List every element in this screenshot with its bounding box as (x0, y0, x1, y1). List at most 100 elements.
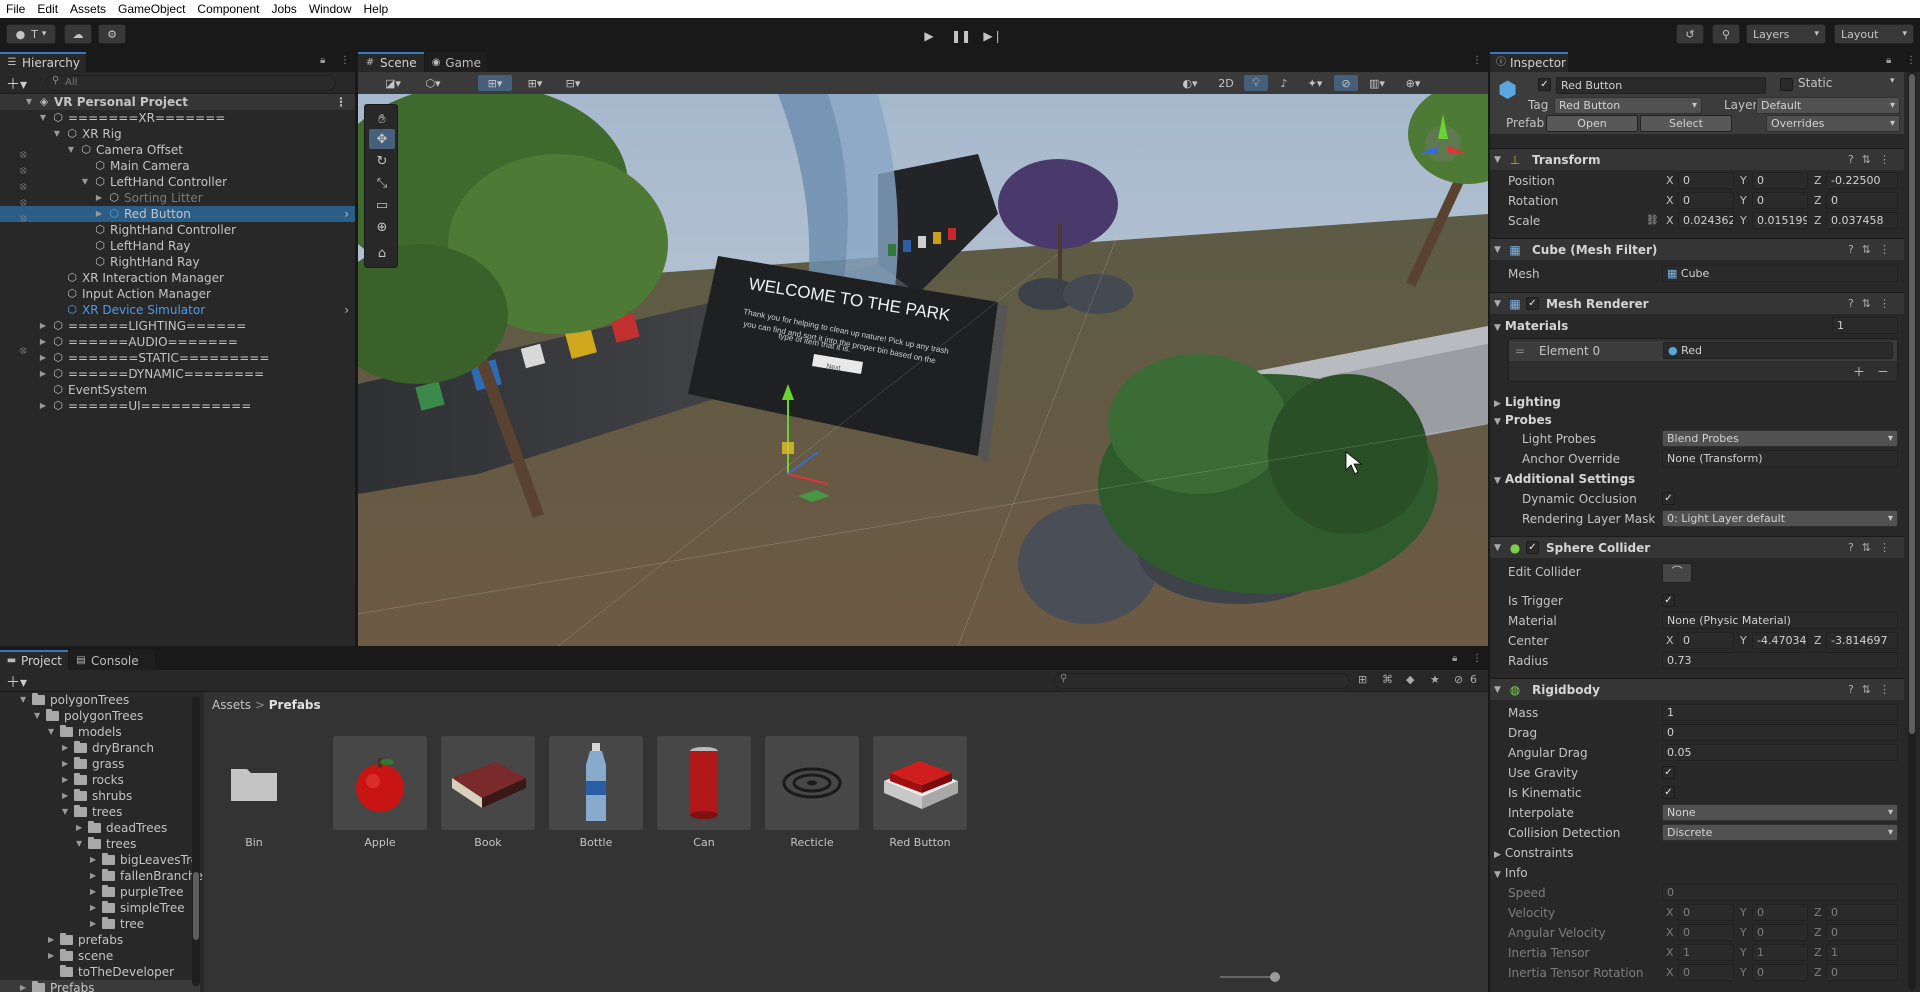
chevron-down-icon[interactable]: ▾ (1890, 76, 1895, 86)
scale-x-field[interactable]: 0.024362 (1678, 212, 1734, 229)
expanded-arrow-icon[interactable]: ▼ (20, 692, 26, 708)
center-z-field[interactable]: -3.814697 (1826, 632, 1898, 649)
hierarchy-item[interactable]: ⬡ XR Device Simulator › (0, 302, 355, 318)
project-folder-item[interactable]: ▶ deadTrees (0, 820, 200, 836)
sphere-collider-header[interactable]: ▼ ● ✓ Sphere Collider ?⇅⋮ (1490, 536, 1904, 558)
project-folder-item[interactable]: ▶ tree (0, 916, 200, 932)
layer-dropdown[interactable]: Default (1756, 97, 1900, 114)
inspector-scrollbar-thumb[interactable] (1909, 74, 1915, 734)
lock-icon[interactable]: 🔒︎ (1452, 653, 1457, 664)
collapsed-arrow-icon[interactable]: ▶ (38, 334, 48, 350)
edit-collider-button[interactable]: ⌒ (1662, 563, 1692, 583)
add-icon[interactable]: ＋▾ (6, 672, 27, 692)
history-button[interactable]: ↺ (1676, 24, 1704, 44)
component-header-icons[interactable]: ?⇅⋮ (1848, 679, 1898, 701)
visibility-icon[interactable]: ⦻ (20, 181, 32, 193)
effects-icon[interactable]: ✦▾ (1300, 75, 1330, 91)
mesh-renderer-header[interactable]: ▼ ▦ ✓ Mesh Renderer ?⇅⋮ (1490, 292, 1904, 314)
collapsed-arrow-icon[interactable]: ▶ (90, 916, 96, 932)
layers-dropdown[interactable]: Layers ▾ (1746, 24, 1826, 44)
menu-item-gameobject[interactable]: GameObject (112, 2, 191, 16)
sphere-collider-enabled-checkbox[interactable]: ✓ (1526, 541, 1539, 554)
component-header-icons[interactable]: ?⇅⋮ (1848, 537, 1898, 559)
tag-icon[interactable]: ◆ (1406, 673, 1414, 686)
light-probes-dropdown[interactable]: Blend Probes (1662, 430, 1898, 447)
audio-icon[interactable]: ♪ (1272, 75, 1296, 91)
probes-section[interactable]: ▼ Probes (1490, 410, 1904, 430)
position-x-field[interactable]: 0 (1678, 172, 1734, 189)
custom-tool-icon[interactable]: ⌂ (369, 243, 395, 263)
collapsed-arrow-icon[interactable]: ▶ (90, 900, 96, 916)
transform-header[interactable]: ▼ ⊥ Transform ?⇅⋮ (1490, 148, 1904, 170)
collapsed-arrow-icon[interactable]: ▶ (20, 980, 26, 992)
hierarchy-item[interactable]: ▼ ⬡ XR Rig (0, 126, 355, 142)
asset-tile[interactable]: Bin (206, 736, 302, 849)
prefab-open-icon[interactable]: › (344, 206, 349, 222)
add-element-icon[interactable]: ＋ (1853, 363, 1865, 380)
rotation-y-field[interactable]: 0 (1752, 192, 1808, 209)
asset-tile[interactable]: Recticle (764, 736, 860, 849)
project-folder-item[interactable]: ▶ simpleTree (0, 900, 200, 916)
project-tree-scrollbar-thumb[interactable] (193, 872, 199, 940)
project-folder-item[interactable]: ▶ purpleTree (0, 884, 200, 900)
anchor-override-field[interactable]: None (Transform) (1662, 450, 1898, 467)
hierarchy-item[interactable]: ⬡ Main Camera (0, 158, 355, 174)
collapsed-arrow-icon[interactable]: ▶ (90, 884, 96, 900)
account-dropdown[interactable]: ● T ▾ (6, 24, 56, 44)
expanded-arrow-icon[interactable]: ▼ (52, 126, 62, 142)
interpolate-dropdown[interactable]: None (1662, 804, 1898, 821)
project-folder-item[interactable]: ▶ rocks (0, 772, 200, 788)
hierarchy-item[interactable]: ▼ ⬡ Camera Offset (0, 142, 355, 158)
element-material-field[interactable]: ● Red (1663, 342, 1893, 359)
project-search-input[interactable] (1054, 673, 1350, 689)
gizmo-cube-icon[interactable]: ⬡▾ (418, 75, 448, 91)
collapsed-arrow-icon[interactable]: ▶ (62, 788, 68, 804)
visibility-icon[interactable]: ⦻ (20, 149, 32, 161)
project-folder-item[interactable]: toTheDeveloper (0, 964, 200, 980)
hierarchy-item[interactable]: ▼ ⬡ LeftHand Controller (0, 174, 355, 190)
hierarchy-item[interactable]: ▶ ⬡ Sorting Litter (0, 190, 355, 206)
materials-count-field[interactable]: 1 (1832, 317, 1898, 334)
tab-inspector[interactable]: ⓘ Inspector (1490, 52, 1568, 72)
kebab-menu-icon[interactable]: ⋮ (1472, 55, 1482, 66)
project-tree-scrollbar[interactable] (192, 696, 200, 986)
hierarchy-search-input[interactable]: All (46, 75, 336, 91)
collapsed-arrow-icon[interactable]: ▶ (48, 932, 54, 948)
open-prefab-button[interactable]: Open (1546, 115, 1638, 132)
project-folder-item[interactable]: ▶ bigLeavesTre (0, 852, 200, 868)
mesh-renderer-enabled-checkbox[interactable]: ✓ (1526, 297, 1539, 310)
hierarchy-item[interactable]: ▼ ⬡ =======XR======= (0, 110, 355, 126)
cloud-button[interactable]: ☁ (64, 24, 92, 44)
link-icon[interactable]: ⛓ (1646, 211, 1659, 231)
tab-hierarchy[interactable]: ☰ Hierarchy (0, 52, 86, 72)
step-button[interactable]: ▶❘ (978, 26, 1008, 46)
project-folder-item[interactable]: ▶ shrubs (0, 788, 200, 804)
menu-item-help[interactable]: Help (358, 2, 395, 16)
search-by-type-icon[interactable]: ⊞ (1358, 673, 1367, 686)
visibility-icon[interactable]: ⦻ (20, 213, 32, 225)
hierarchy-item[interactable]: ▶ ⬡ =======STATIC========= (0, 350, 355, 366)
tag-dropdown[interactable]: Red Button (1554, 97, 1702, 114)
overrides-dropdown[interactable]: Overrides (1766, 115, 1900, 132)
shading-mode-icon[interactable]: ◐▾ (1172, 75, 1208, 91)
search-button[interactable]: ⚲ (1712, 24, 1740, 44)
collapsed-arrow-icon[interactable]: ▶ (76, 820, 82, 836)
collider-material-field[interactable]: None (Physic Material) (1662, 612, 1898, 629)
expanded-arrow-icon[interactable]: ▼ (48, 724, 54, 740)
transform-tool-icon[interactable]: ⊕ (369, 217, 395, 237)
menu-item-component[interactable]: Component (191, 2, 265, 16)
project-folder-item[interactable]: ▼ trees (0, 804, 200, 820)
collapsed-arrow-icon[interactable]: ▶ (90, 868, 96, 884)
is-kinematic-checkbox[interactable]: ✓ (1662, 786, 1675, 799)
visibility-icon[interactable]: ⦻ (20, 165, 32, 177)
collapsed-arrow-icon[interactable]: ▶ (38, 366, 48, 382)
menu-item-edit[interactable]: Edit (31, 2, 64, 16)
hierarchy-item[interactable]: ⬡ RightHand Controller (0, 222, 355, 238)
project-folder-item[interactable]: ▶ dryBranch (0, 740, 200, 756)
layout-dropdown[interactable]: Layout ▾ (1834, 24, 1914, 44)
favorite-icon[interactable]: ★ (1430, 673, 1440, 686)
expanded-arrow-icon[interactable]: ▼ (24, 94, 34, 110)
collapsed-arrow-icon[interactable]: ▶ (90, 852, 96, 868)
collapsed-arrow-icon[interactable]: ▶ (38, 318, 48, 334)
grid-snap-icon[interactable]: ⊞▾ (478, 75, 512, 91)
